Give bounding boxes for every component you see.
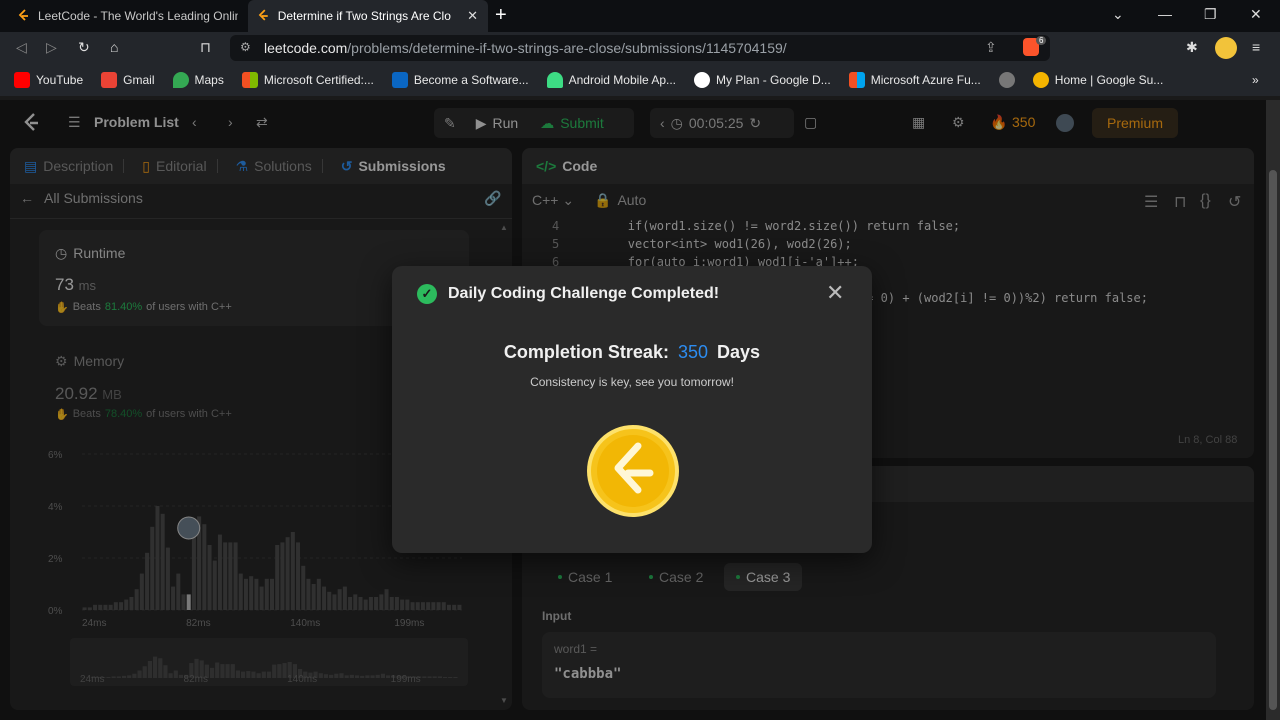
check-circle-icon: ✓ — [417, 284, 437, 304]
bookmark-youtube[interactable]: YouTube — [14, 72, 83, 88]
bookmark-android[interactable]: Android Mobile Ap... — [546, 72, 676, 88]
bookmark-icon[interactable]: ⊓ — [200, 39, 211, 56]
minimize-button[interactable]: — — [1158, 6, 1172, 22]
daily-challenge-modal: ✓ Daily Coding Challenge Completed! ✕ Co… — [392, 266, 872, 553]
menu-icon[interactable]: ≡ — [1252, 39, 1260, 55]
share-icon[interactable]: ⇪ — [985, 39, 997, 56]
microsoft-icon — [241, 72, 258, 88]
bookmark-google-plan[interactable]: My Plan - Google D... — [694, 72, 831, 88]
modal-title: Daily Coding Challenge Completed! — [448, 285, 720, 302]
maximize-button[interactable]: ❐ — [1204, 6, 1217, 23]
microsoft-icon — [848, 72, 865, 88]
forward-icon[interactable]: ▷ — [46, 39, 57, 56]
address-bar[interactable]: ⚙ leetcode.com/problems/determine-if-two… — [230, 35, 1050, 61]
bookmark-globe[interactable] — [998, 72, 1015, 88]
back-icon[interactable]: ◁ — [16, 39, 27, 56]
close-icon[interactable]: ✕ — [467, 8, 478, 24]
tab-title: LeetCode - The World's Leading Onlin — [38, 9, 238, 23]
window-close-button[interactable]: ✕ — [1250, 6, 1262, 23]
bookmark-google-sites[interactable]: Home | Google Su... — [1032, 72, 1163, 88]
close-icon[interactable]: ✕ — [826, 280, 844, 306]
bookmark-maps[interactable]: Maps — [172, 72, 224, 88]
globe-icon — [998, 72, 1015, 88]
youtube-icon — [14, 72, 30, 88]
leetcode-logo-icon — [18, 9, 28, 21]
scrollbar-thumb[interactable] — [1269, 170, 1277, 710]
browser-tab-bar: LeetCode - The World's Leading Onlin Det… — [0, 0, 1280, 32]
browser-tab-leetcode-home[interactable]: LeetCode - The World's Leading Onlin — [8, 0, 248, 32]
new-tab-button[interactable]: + — [495, 4, 507, 27]
url-path: /problems/determine-if-two-strings-are-c… — [347, 40, 787, 56]
more-bookmarks-icon[interactable]: » — [1252, 73, 1259, 87]
streak-label: Completion Streak: — [503, 342, 669, 362]
profile-avatar[interactable] — [1215, 37, 1237, 59]
url-host: leetcode.com — [264, 40, 348, 56]
leetcode-logo-icon — [258, 9, 268, 21]
modal-subtitle: Consistency is key, see you tomorrow! — [530, 375, 734, 389]
bookmark-ms-certified[interactable]: Microsoft Certified:... — [241, 72, 374, 88]
streak-unit: Days — [717, 342, 761, 362]
page-scrollbar[interactable] — [1266, 100, 1280, 720]
site-info-icon[interactable]: ⚙ — [240, 40, 251, 54]
linkedin-icon — [391, 72, 408, 88]
gear-icon — [1032, 72, 1049, 88]
extensions-icon[interactable]: ✱ — [1186, 39, 1198, 56]
streak-row: Completion Streak: 350 Days — [392, 342, 872, 363]
bookmark-azure[interactable]: Microsoft Azure Fu... — [848, 72, 981, 88]
bookmark-linkedin[interactable]: Become a Software... — [391, 72, 529, 88]
reload-icon[interactable]: ↻ — [78, 39, 90, 56]
bookmarks-bar: YouTube Gmail Maps Microsoft Certified:.… — [0, 64, 1280, 96]
home-icon[interactable]: ⌂ — [110, 39, 118, 55]
browser-toolbar: ◁ ▷ ↻ ⌂ ⊓ ⚙ leetcode.com/problems/determ… — [0, 32, 1280, 64]
maps-icon — [172, 72, 189, 88]
leetcode-coin-icon — [587, 425, 679, 517]
tab-title: Determine if Two Strings Are Clo — [277, 9, 451, 23]
tab-search-icon[interactable]: ⌄ — [1112, 6, 1124, 23]
android-icon — [546, 72, 563, 88]
gmail-icon — [101, 72, 118, 88]
streak-value: 350 — [677, 342, 709, 362]
brave-badge: 6 — [1036, 36, 1047, 45]
browser-tab-problem[interactable]: Determine if Two Strings Are Clo ✕ — [248, 0, 488, 32]
bookmark-gmail[interactable]: Gmail — [101, 72, 155, 88]
google-icon — [694, 72, 711, 88]
